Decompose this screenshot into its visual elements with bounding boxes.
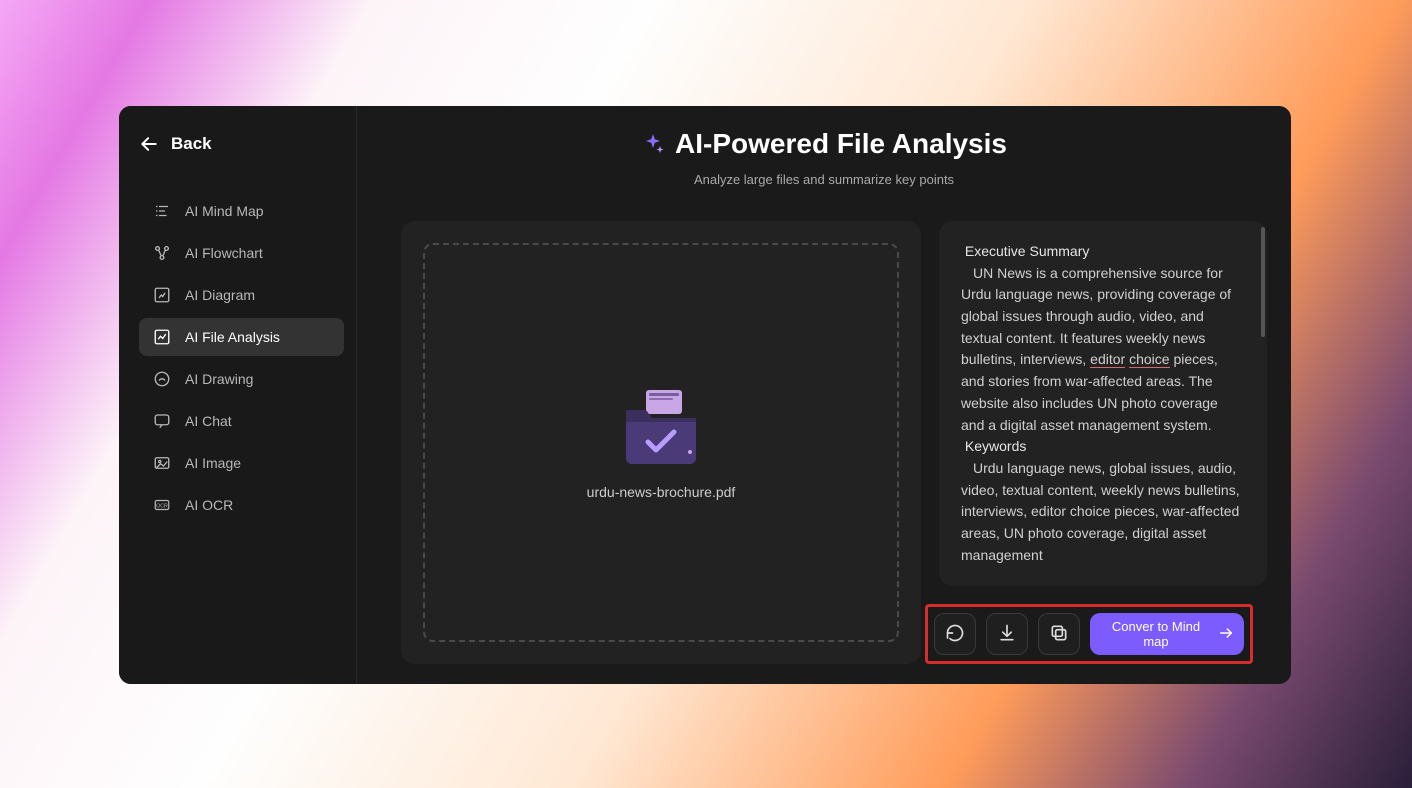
sidebar-item-label: AI Drawing: [185, 371, 253, 387]
sidebar-item-flowchart[interactable]: AI Flowchart: [139, 234, 344, 272]
sidebar-item-label: AI Diagram: [185, 287, 255, 303]
title-row: AI-Powered File Analysis: [381, 128, 1267, 160]
mind-map-icon: [153, 202, 171, 220]
arrow-right-icon: [1218, 625, 1234, 644]
file-dropzone[interactable]: urdu-news-brochure.pdf: [423, 243, 899, 642]
sidebar-item-image[interactable]: AI Image: [139, 444, 344, 482]
copy-icon: [1049, 623, 1069, 646]
result-area: Executive Summary UN News is a comprehen…: [939, 221, 1267, 664]
sidebar-item-chat[interactable]: AI Chat: [139, 402, 344, 440]
back-label: Back: [171, 134, 212, 154]
sidebar-item-ocr[interactable]: OCR AI OCR: [139, 486, 344, 524]
upload-panel: urdu-news-brochure.pdf: [401, 221, 921, 664]
sidebar-item-label: AI File Analysis: [185, 329, 280, 345]
file-folder-icon: [616, 386, 706, 466]
keywords-heading: Keywords: [965, 438, 1026, 454]
underlined-term: choice: [1129, 351, 1169, 368]
uploaded-file-name: urdu-news-brochure.pdf: [587, 484, 736, 500]
app-window: Back AI Mind Map AI Flowchart AI Diagram: [119, 106, 1291, 684]
summary-heading: Executive Summary: [965, 243, 1089, 259]
result-actions-highlight: Conver to Mind map: [925, 604, 1253, 664]
svg-text:OCR: OCR: [156, 503, 168, 509]
keywords-body-text: Urdu language news, global issues, audio…: [961, 460, 1240, 563]
sidebar-item-label: AI Flowchart: [185, 245, 263, 261]
ocr-icon: OCR: [153, 496, 171, 514]
sidebar-item-label: AI Chat: [185, 413, 232, 429]
back-button[interactable]: Back: [131, 124, 344, 164]
diagram-icon: [153, 286, 171, 304]
file-analysis-icon: [153, 328, 171, 346]
chat-icon: [153, 412, 171, 430]
drawing-icon: [153, 370, 171, 388]
sidebar-item-drawing[interactable]: AI Drawing: [139, 360, 344, 398]
sparkle-icon: [641, 132, 665, 156]
sidebar-item-label: AI OCR: [185, 497, 233, 513]
main-content: AI-Powered File Analysis Analyze large f…: [357, 106, 1291, 684]
sidebar-item-mind-map[interactable]: AI Mind Map: [139, 192, 344, 230]
sidebar: Back AI Mind Map AI Flowchart AI Diagram: [119, 106, 357, 684]
regenerate-button[interactable]: [934, 613, 976, 655]
result-box[interactable]: Executive Summary UN News is a comprehen…: [939, 221, 1267, 586]
page-title: AI-Powered File Analysis: [675, 128, 1007, 160]
panels: urdu-news-brochure.pdf Executive Summary…: [381, 221, 1267, 664]
page-subtitle: Analyze large files and summarize key po…: [381, 172, 1267, 187]
flowchart-icon: [153, 244, 171, 262]
sidebar-item-label: AI Mind Map: [185, 203, 264, 219]
underlined-term: editor: [1090, 351, 1125, 368]
download-button[interactable]: [986, 613, 1028, 655]
scrollbar-thumb[interactable]: [1261, 227, 1265, 337]
copy-button[interactable]: [1038, 613, 1080, 655]
sidebar-item-file-analysis[interactable]: AI File Analysis: [139, 318, 344, 356]
convert-button-label: Conver to Mind map: [1100, 619, 1212, 649]
sidebar-item-label: AI Image: [185, 455, 241, 471]
convert-to-mind-map-button[interactable]: Conver to Mind map: [1090, 613, 1244, 655]
refresh-icon: [945, 623, 965, 646]
arrow-left-icon: [139, 134, 159, 154]
sidebar-items: AI Mind Map AI Flowchart AI Diagram AI F…: [131, 192, 344, 524]
summary-body-text: UN News is a comprehensive source for Ur…: [961, 265, 1231, 433]
sidebar-item-diagram[interactable]: AI Diagram: [139, 276, 344, 314]
image-icon: [153, 454, 171, 472]
download-icon: [997, 623, 1017, 646]
